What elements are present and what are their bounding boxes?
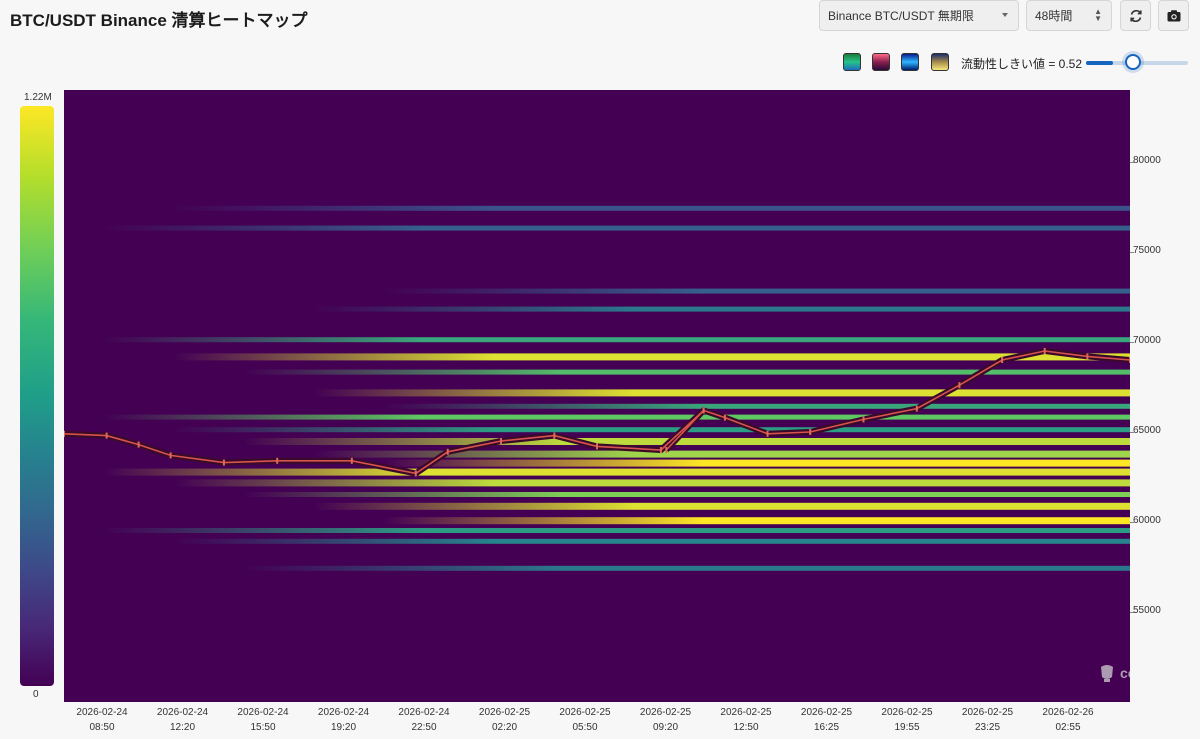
band-fade: [174, 204, 494, 214]
band-fade: [314, 305, 634, 315]
band-fade: [104, 413, 424, 423]
y-tick-label: 60000: [1133, 515, 1161, 526]
palette-blue-button[interactable]: [901, 53, 919, 71]
colorbar-min-label: 0: [33, 689, 39, 700]
y-tick-label: 55000: [1133, 605, 1161, 616]
chevron-down-icon: [1002, 13, 1008, 17]
band-fade: [104, 224, 424, 234]
price-point: [766, 430, 769, 437]
price-point: [596, 443, 598, 450]
price-point: [862, 416, 865, 423]
price-point: [1043, 348, 1046, 354]
band-fade: [384, 287, 704, 297]
price-point: [958, 382, 961, 389]
y-tick-label: 80000: [1133, 155, 1161, 166]
threshold-label: 流動性しきい値 = 0.52: [961, 57, 1083, 71]
colorbar: [20, 106, 54, 686]
price-point: [500, 438, 503, 444]
palette-viridis-button[interactable]: [843, 53, 861, 71]
liquidation-heatmap[interactable]: coinglass: [64, 90, 1130, 702]
band-fade: [244, 564, 564, 574]
price-point: [1001, 357, 1004, 363]
x-tick-label: 2026-02-25 05:50: [559, 707, 611, 733]
band-fade: [314, 501, 634, 511]
band-fade: [174, 478, 494, 488]
y-tick-label: 75000: [1133, 245, 1161, 256]
band-fade: [104, 336, 424, 346]
band-fade: [174, 352, 494, 362]
palette-sand-button[interactable]: [931, 53, 949, 71]
price-point: [809, 429, 812, 435]
band-fade: [104, 527, 424, 536]
price-point: [350, 457, 353, 464]
screenshot-button[interactable]: [1158, 0, 1189, 31]
price-point: [723, 414, 726, 421]
x-tick-label: 2026-02-25 19:55: [881, 707, 933, 733]
price-point: [1086, 353, 1089, 360]
heatmap-svg: [64, 204, 1130, 574]
band-fade: [244, 368, 564, 378]
market-select[interactable]: Binance BTC/USDT 無期限: [819, 0, 1019, 31]
band-fade: [174, 537, 494, 547]
price-point: [446, 448, 449, 455]
price-point: [665, 447, 668, 453]
watermark-text: coinglass: [1120, 665, 1130, 681]
price-point: [105, 432, 108, 439]
x-tick-label: 2026-02-24 15:50: [237, 707, 289, 733]
x-tick-label: 2026-02-25 09:20: [639, 707, 692, 733]
price-point: [414, 470, 417, 477]
price-point: [276, 457, 279, 464]
page-title: BTC/USDT Binance 清算ヒートマップ: [10, 11, 308, 30]
time-axis: 2026-02-24 08:50 2026-02-24 12:20 2026-02-24…: [64, 702, 1130, 739]
band-fade: [244, 491, 564, 500]
band-fade: [384, 402, 704, 412]
price-point: [222, 459, 225, 466]
threshold-slider-thumb[interactable]: [1125, 54, 1141, 70]
x-tick-label: 2026-02-24 08:50: [76, 707, 128, 733]
price-point: [659, 447, 662, 453]
price-point: [137, 441, 140, 448]
price-axis: 55000 60000 65000 70000 75000 80000: [1130, 90, 1200, 702]
price-point: [169, 452, 172, 459]
refresh-button[interactable]: [1120, 0, 1151, 31]
y-tick-label: 65000: [1133, 425, 1161, 436]
y-tick-label: 70000: [1133, 335, 1161, 346]
band-fade: [314, 388, 634, 398]
refresh-icon: [1129, 9, 1142, 22]
band-fade: [314, 449, 634, 459]
x-tick-label: 2026-02-24 22:50: [398, 707, 450, 733]
threshold-slider-fill: [1086, 61, 1113, 65]
x-tick-label: 2026-02-24 12:20: [156, 707, 209, 733]
price-point: [915, 405, 918, 412]
coinglass-watermark: coinglass: [1098, 663, 1130, 683]
band-fade: [174, 426, 494, 436]
x-tick-label: 2026-02-25 16:25: [800, 707, 853, 733]
x-tick-label: 2026-02-25 12:50: [720, 707, 772, 733]
x-tick-label: 2026-02-26 02:55: [1042, 707, 1094, 733]
x-tick-label: 2026-02-24 19:20: [317, 707, 370, 733]
x-tick-label: 2026-02-25 02:20: [478, 707, 531, 733]
price-point: [553, 432, 556, 439]
colorbar-max-label: 1.22M: [24, 92, 52, 103]
palette-magenta-button[interactable]: [872, 53, 890, 71]
band-fade: [104, 467, 424, 477]
time-range-value: 48時間: [1035, 9, 1073, 23]
band-fade: [384, 516, 704, 526]
market-select-value: Binance BTC/USDT 無期限: [828, 9, 974, 23]
price-point: [64, 430, 65, 437]
up-down-arrows-icon: ▲ ▼: [1094, 7, 1102, 23]
time-range-select[interactable]: 48時間 ▲ ▼: [1026, 0, 1112, 31]
camera-icon: [1167, 9, 1180, 21]
coinglass-logo-icon: [1101, 665, 1113, 682]
x-tick-label: 2026-02-25 23:25: [961, 707, 1014, 733]
price-point: [702, 407, 705, 414]
